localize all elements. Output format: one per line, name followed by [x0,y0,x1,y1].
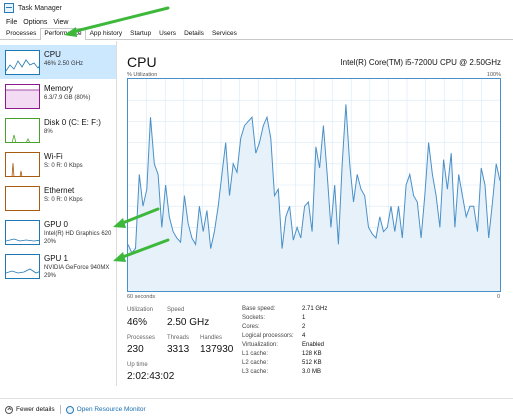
spec-value: Enabled [302,342,325,348]
spec-label: Virtualization: [242,342,278,348]
gpu0-thumbnail [5,220,40,245]
tab-bar: Processes Performance App history Startu… [0,28,513,40]
sidebar-label-cpu: CPU [44,50,61,59]
sidebar-sub2-gpu0: 20% [44,239,57,245]
spec-value: 1 [302,315,306,321]
menu-file[interactable]: File [3,19,20,26]
window-title: Task Manager [18,4,62,12]
x-axis-left-label: 60 seconds [127,294,156,300]
handles-label: Handles [200,335,223,341]
resource-monitor-icon [65,405,74,414]
disk-thumbnail [5,118,40,143]
sidebar-item-ethernet[interactable]: Ethernet S: 0 R: 0 Kbps [0,181,116,215]
sidebar-sub-ethernet: S: 0 R: 0 Kbps [44,197,83,203]
memory-thumbnail [5,84,40,109]
gpu1-thumbnail [5,254,40,279]
page-title: CPU [127,54,157,70]
utilization-value: 46% [127,317,148,328]
tab-services[interactable]: Services [208,28,241,39]
sidebar-label-gpu0: GPU 0 [44,220,69,229]
gpu0-mini-graph [6,238,39,242]
spec-label: Cores: [242,324,260,330]
wifi-mini-graph [11,162,23,176]
sidebar-sub-wifi: S: 0 R: 0 Kbps [44,163,83,169]
utilization-label: Utilization [127,307,154,313]
tab-startup[interactable]: Startup [126,28,155,39]
sidebar-label-wifi: Wi-Fi [44,152,63,161]
uptime-value: 2:02:43:02 [127,371,175,382]
open-resource-monitor-link[interactable]: Open Resource Monitor [77,406,146,413]
gpu1-mini-graph [6,268,39,274]
sidebar-label-ethernet: Ethernet [44,186,75,195]
sidebar-sub2-gpu1: 29% [44,273,57,279]
fewer-details-button[interactable]: Fewer details [5,405,55,414]
threads-label: Threads [167,335,190,341]
x-axis-right-label: 0 [497,294,501,300]
menu-bar: File Options View [0,16,513,28]
footer-bar: Fewer details Open Resource Monitor [0,398,513,420]
memory-mini-graph [6,89,39,108]
menu-view[interactable]: View [50,19,71,26]
sidebar-sub-cpu: 46% 2.50 GHz [44,61,84,67]
sidebar-item-wifi[interactable]: Wi-Fi S: 0 R: 0 Kbps [0,147,116,181]
speed-value: 2.50 GHz [167,317,210,328]
tab-app-history[interactable]: App history [86,28,127,39]
fewer-details-label: Fewer details [16,406,55,413]
sidebar-label-memory: Memory [44,84,73,93]
processes-label: Processes [127,335,156,341]
sidebar-item-disk[interactable]: Disk 0 (C: E: F:) 8% [0,113,116,147]
spec-label: L2 cache: [242,360,269,366]
sidebar-item-memory[interactable]: Memory 6.3/7.9 GB (80%) [0,79,116,113]
footer-separator [59,405,61,414]
spec-value: 2 [302,324,306,330]
ethernet-thumbnail [5,186,40,211]
cpu-thumbnail [5,50,40,75]
spec-value: 512 KB [302,360,322,366]
chevron-up-icon [5,405,13,414]
spec-label: Sockets: [242,315,266,321]
sidebar-item-gpu1[interactable]: GPU 1 NVIDIA GeForce 940MX 29% [0,249,116,283]
cpu-graph-svg [127,79,501,292]
menu-options[interactable]: Options [20,19,50,26]
uptime-label: Up time [127,362,148,368]
spec-label: L1 cache: [242,351,269,357]
handles-value: 137930 [200,344,234,355]
tab-performance[interactable]: Performance [40,28,86,40]
disk-mini-graph [11,134,30,142]
threads-value: 3313 [167,344,190,355]
title-bar: Task Manager [0,0,513,16]
tab-details[interactable]: Details [180,28,208,39]
spec-value: 2.71 GHz [302,306,328,312]
sidebar-label-gpu1: GPU 1 [44,254,69,263]
task-manager-icon [4,3,14,13]
cpu-utilization-graph [127,78,501,292]
spec-value: 128 KB [302,351,322,357]
processes-value: 230 [127,344,144,355]
sidebar-item-gpu0[interactable]: GPU 0 Intel(R) HD Graphics 620 20% [0,215,116,249]
resource-sidebar: CPU 46% 2.50 GHz Memory 6.3/7.9 GB (80%)… [0,41,117,386]
wifi-thumbnail [5,152,40,177]
sidebar-sub-disk: 8% [44,129,53,135]
spec-value: 4 [302,333,306,339]
spec-value: 3.0 MB [302,369,322,375]
cpu-model-name: Intel(R) Core(TM) i5-7200U CPU @ 2.50GHz [340,58,501,67]
sidebar-sub-memory: 6.3/7.9 GB (80%) [44,95,91,101]
spec-label: Logical processors: [242,333,294,339]
tab-users[interactable]: Users [155,28,180,39]
sidebar-label-disk: Disk 0 (C: E: F:) [44,118,101,127]
spec-label: L3 cache: [242,369,269,375]
sidebar-sub-gpu1: NVIDIA GeForce 940MX [44,265,110,271]
speed-label: Speed [167,307,185,313]
cpu-mini-graph [6,59,39,72]
tab-processes[interactable]: Processes [2,28,40,39]
sidebar-sub-gpu0: Intel(R) HD Graphics 620 [44,231,112,237]
sidebar-item-cpu[interactable]: CPU 46% 2.50 GHz [0,45,116,79]
spec-label: Base speed: [242,306,276,312]
